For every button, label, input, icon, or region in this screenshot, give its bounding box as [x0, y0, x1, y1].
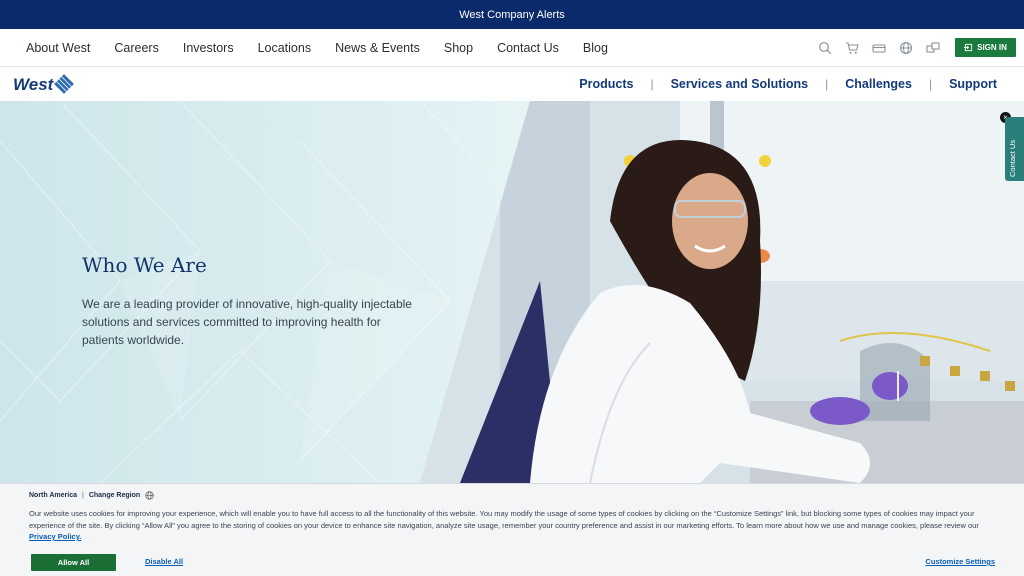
- cookie-message-text: Our website uses cookies for improving y…: [29, 509, 979, 530]
- nav-support[interactable]: Support: [949, 77, 997, 91]
- sign-in-button[interactable]: SIGN IN: [955, 38, 1016, 57]
- privacy-policy-link[interactable]: Privacy Policy.: [29, 532, 81, 541]
- search-icon[interactable]: [818, 41, 832, 55]
- customize-settings-link[interactable]: Customize Settings: [925, 557, 995, 566]
- hero-description: We are a leading provider of innovative,…: [82, 297, 412, 347]
- nav-contact-us[interactable]: Contact Us: [497, 41, 559, 55]
- utility-nav: About West Careers Investors Locations N…: [0, 29, 1024, 67]
- nav-investors[interactable]: Investors: [183, 41, 234, 55]
- sign-in-label: SIGN IN: [977, 43, 1007, 52]
- region-name: North America: [29, 492, 77, 499]
- nav-careers[interactable]: Careers: [114, 41, 158, 55]
- chat-icon[interactable]: [926, 41, 940, 55]
- nav-challenges[interactable]: Challenges: [845, 77, 912, 91]
- west-logo[interactable]: West: [12, 71, 76, 97]
- contact-us-tab-label: Contact Us: [1008, 139, 1017, 177]
- utility-links: About West Careers Investors Locations N…: [26, 41, 632, 55]
- nav-services-solutions[interactable]: Services and Solutions: [671, 77, 809, 91]
- globe-icon[interactable]: [145, 491, 154, 500]
- nav-blog[interactable]: Blog: [583, 41, 608, 55]
- nav-separator: |: [825, 77, 829, 91]
- region-separator: |: [81, 492, 84, 499]
- nav-separator: |: [650, 77, 654, 91]
- nav-shop[interactable]: Shop: [444, 41, 473, 55]
- company-alerts-bar[interactable]: West Company Alerts: [0, 0, 1024, 29]
- sign-in-icon: [964, 43, 973, 52]
- nav-separator: |: [928, 77, 933, 91]
- nav-news-events[interactable]: News & Events: [335, 41, 420, 55]
- nav-locations[interactable]: Locations: [258, 41, 312, 55]
- company-alerts-link[interactable]: West Company Alerts: [459, 9, 565, 21]
- change-region-link[interactable]: Change Region: [89, 492, 140, 499]
- region-selector: North America | Change Region: [29, 491, 154, 500]
- card-icon[interactable]: [872, 41, 886, 55]
- disable-all-button[interactable]: Disable All: [145, 557, 183, 566]
- hero-title: Who We Are: [82, 253, 207, 277]
- allow-all-button[interactable]: Allow All: [31, 554, 116, 571]
- cart-icon[interactable]: [845, 41, 859, 55]
- nav-products[interactable]: Products: [579, 77, 633, 91]
- nav-about-west[interactable]: About West: [26, 41, 90, 55]
- west-logo-text: West: [13, 75, 55, 94]
- globe-icon[interactable]: [899, 41, 913, 55]
- utility-icons: [818, 29, 940, 67]
- hero-banner: Who We Are We are a leading provider of …: [0, 101, 1024, 483]
- main-nav: West Products | Services and Solutions |…: [0, 67, 1024, 101]
- main-links: Products | Services and Solutions | Chal…: [579, 67, 997, 101]
- cookie-message: Our website uses cookies for improving y…: [29, 508, 999, 543]
- contact-us-tab[interactable]: Contact Us: [1005, 117, 1024, 181]
- cookie-banner: North America | Change Region Our websit…: [0, 483, 1024, 576]
